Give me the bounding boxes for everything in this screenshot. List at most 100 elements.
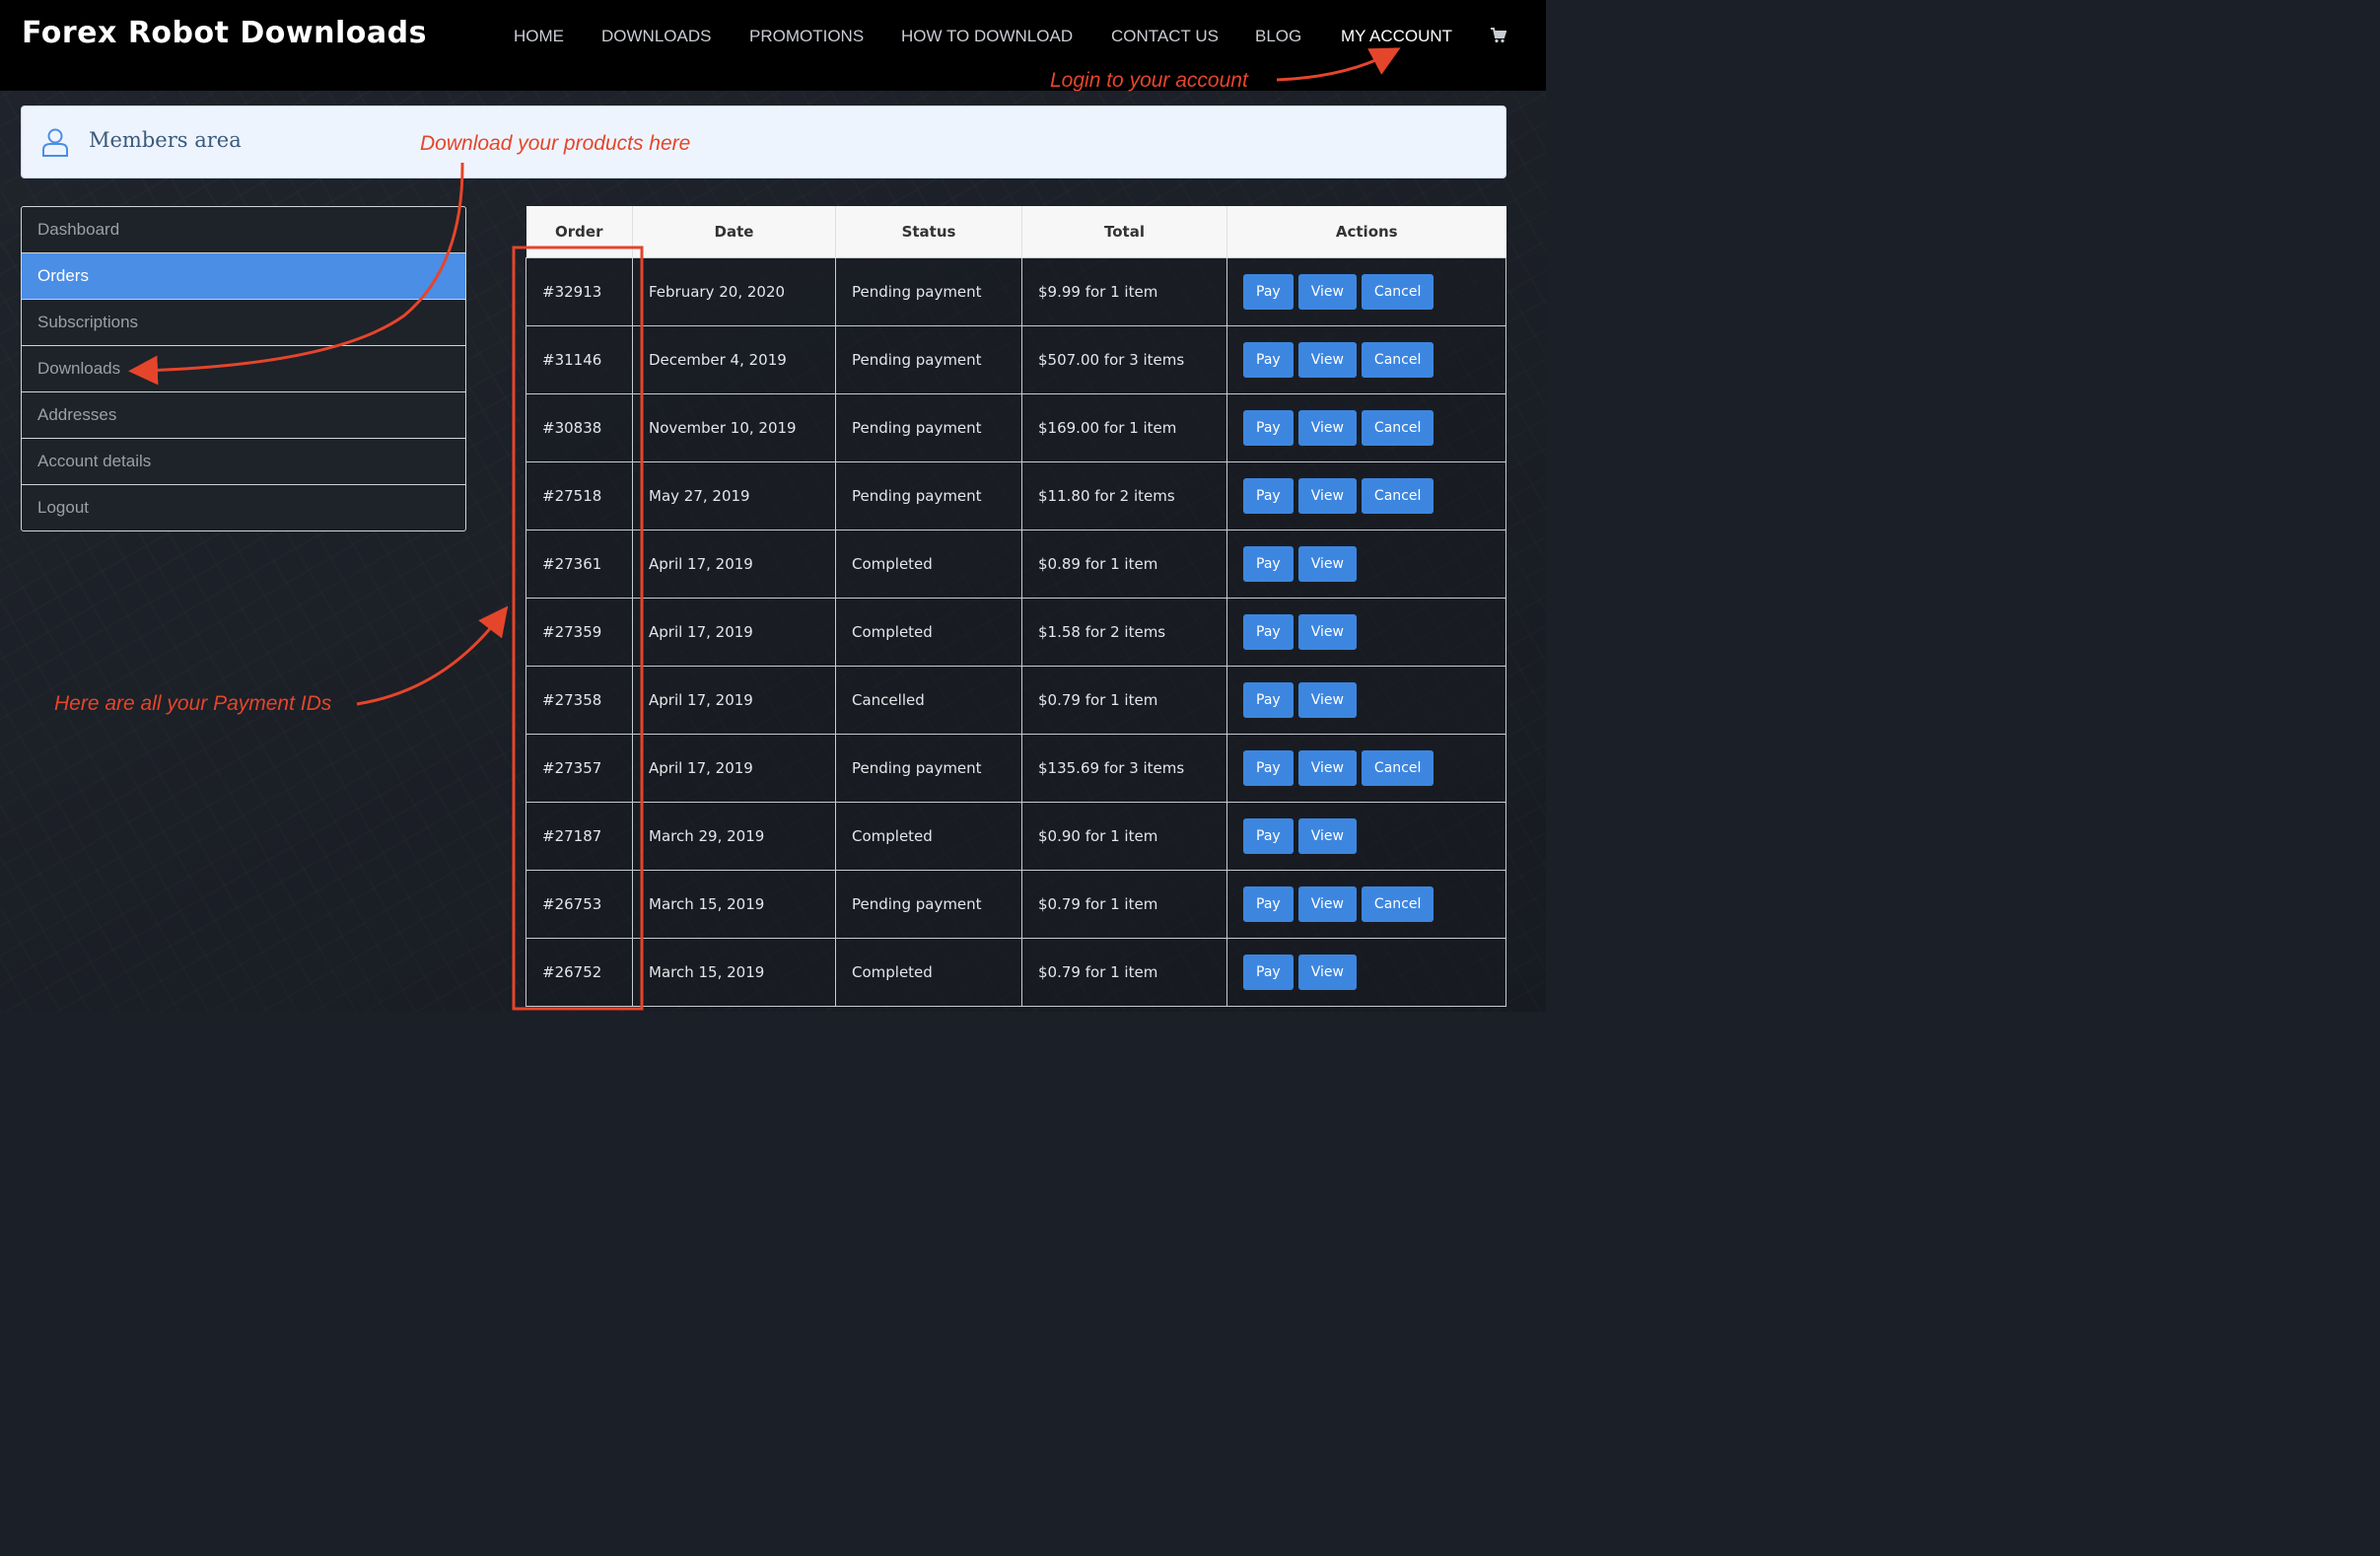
pay-button[interactable]: Pay <box>1243 886 1294 922</box>
sidebar-item-orders[interactable]: Orders <box>22 253 465 300</box>
status-cell: Completed <box>835 598 1022 667</box>
total-cell: $11.80 for 2 items <box>1021 461 1227 530</box>
view-button[interactable]: View <box>1297 750 1357 786</box>
view-button[interactable]: View <box>1297 546 1357 582</box>
table-row: #27187 March 29, 2019 Completed $0.90 for 1… <box>525 802 1506 871</box>
order-cell: #31146 <box>525 325 633 394</box>
status-cell: Pending payment <box>835 870 1022 939</box>
site-header: Forex Robot Downloads HOME DOWNLOADS PRO… <box>0 0 1546 91</box>
nav-home[interactable]: HOME <box>514 27 564 46</box>
cancel-button[interactable]: Cancel <box>1361 886 1435 922</box>
order-cell: #27358 <box>525 666 633 735</box>
view-button[interactable]: View <box>1297 955 1357 990</box>
table-row: #27358 April 17, 2019 Cancelled $0.79 for 1… <box>525 666 1506 735</box>
status-cell: Completed <box>835 802 1022 871</box>
pay-button[interactable]: Pay <box>1243 955 1294 990</box>
actions-cell: Pay View Cancel <box>1226 870 1506 939</box>
nav-my-account[interactable]: MY ACCOUNT <box>1341 27 1452 46</box>
annotation-payment-ids: Here are all your Payment IDs <box>54 692 332 715</box>
actions-cell: Pay View <box>1226 530 1506 599</box>
sidebar-item-logout[interactable]: Logout <box>22 485 465 530</box>
order-cell: #27359 <box>525 598 633 667</box>
table-header-row: Order Date Status Total Actions <box>525 206 1506 258</box>
members-area-title: Members area <box>89 128 242 152</box>
order-cell: #27518 <box>525 461 633 530</box>
order-cell: #26752 <box>525 938 633 1007</box>
status-cell: Pending payment <box>835 393 1022 462</box>
view-button[interactable]: View <box>1297 818 1357 854</box>
sidebar-item-addresses[interactable]: Addresses <box>22 392 465 439</box>
status-cell: Pending payment <box>835 325 1022 394</box>
status-cell: Cancelled <box>835 666 1022 735</box>
cart-icon[interactable] <box>1491 28 1506 43</box>
pay-button[interactable]: Pay <box>1243 614 1294 650</box>
order-cell: #27357 <box>525 734 633 803</box>
cancel-button[interactable]: Cancel <box>1361 750 1435 786</box>
total-cell: $0.90 for 1 item <box>1021 802 1227 871</box>
view-button[interactable]: View <box>1297 682 1357 718</box>
actions-cell: Pay View <box>1226 802 1506 871</box>
site-logo[interactable]: Forex Robot Downloads <box>22 16 427 50</box>
header-order: Order <box>525 206 633 258</box>
nav-blog[interactable]: BLOG <box>1255 27 1301 46</box>
order-cell: #30838 <box>525 393 633 462</box>
date-cell: March 15, 2019 <box>632 938 836 1007</box>
cancel-button[interactable]: Cancel <box>1361 478 1435 514</box>
total-cell: $169.00 for 1 item <box>1021 393 1227 462</box>
nav-how-to-download[interactable]: HOW TO DOWNLOAD <box>901 27 1073 46</box>
cancel-button[interactable]: Cancel <box>1361 410 1435 446</box>
actions-cell: Pay View <box>1226 938 1506 1007</box>
pay-button[interactable]: Pay <box>1243 478 1294 514</box>
cancel-button[interactable]: Cancel <box>1361 274 1435 310</box>
orders-table: Order Date Status Total Actions #32913 Fe… <box>525 206 1506 1007</box>
order-cell: #27187 <box>525 802 633 871</box>
table-row: #26753 March 15, 2019 Pending payment $0.79… <box>525 870 1506 939</box>
table-row: #30838 November 10, 2019 Pending payment $1… <box>525 393 1506 462</box>
sidebar-item-subscriptions[interactable]: Subscriptions <box>22 300 465 346</box>
header-total: Total <box>1021 206 1227 258</box>
sidebar-item-dashboard[interactable]: Dashboard <box>22 207 465 253</box>
pay-button[interactable]: Pay <box>1243 682 1294 718</box>
user-icon <box>42 128 68 157</box>
pay-button[interactable]: Pay <box>1243 750 1294 786</box>
actions-cell: Pay View Cancel <box>1226 325 1506 394</box>
pay-button[interactable]: Pay <box>1243 342 1294 378</box>
date-cell: March 15, 2019 <box>632 870 836 939</box>
nav-contact-us[interactable]: CONTACT US <box>1111 27 1219 46</box>
status-cell: Pending payment <box>835 734 1022 803</box>
actions-cell: Pay View Cancel <box>1226 461 1506 530</box>
total-cell: $0.89 for 1 item <box>1021 530 1227 599</box>
total-cell: $0.79 for 1 item <box>1021 666 1227 735</box>
table-row: #31146 December 4, 2019 Pending payment $50… <box>525 325 1506 394</box>
date-cell: May 27, 2019 <box>632 461 836 530</box>
view-button[interactable]: View <box>1297 614 1357 650</box>
pay-button[interactable]: Pay <box>1243 274 1294 310</box>
table-row: #27359 April 17, 2019 Completed $1.58 for 2… <box>525 598 1506 667</box>
header-status: Status <box>835 206 1022 258</box>
order-cell: #32913 <box>525 257 633 326</box>
table-row: #27518 May 27, 2019 Pending payment $11.80 … <box>525 461 1506 530</box>
view-button[interactable]: View <box>1297 274 1357 310</box>
nav-promotions[interactable]: PROMOTIONS <box>749 27 864 46</box>
total-cell: $9.99 for 1 item <box>1021 257 1227 326</box>
sidebar-item-downloads[interactable]: Downloads <box>22 346 465 392</box>
pay-button[interactable]: Pay <box>1243 546 1294 582</box>
status-cell: Pending payment <box>835 257 1022 326</box>
date-cell: February 20, 2020 <box>632 257 836 326</box>
status-cell: Pending payment <box>835 461 1022 530</box>
pay-button[interactable]: Pay <box>1243 410 1294 446</box>
actions-cell: Pay View Cancel <box>1226 257 1506 326</box>
date-cell: November 10, 2019 <box>632 393 836 462</box>
nav-downloads[interactable]: DOWNLOADS <box>601 27 711 46</box>
view-button[interactable]: View <box>1297 478 1357 514</box>
pay-button[interactable]: Pay <box>1243 818 1294 854</box>
order-cell: #26753 <box>525 870 633 939</box>
view-button[interactable]: View <box>1297 886 1357 922</box>
view-button[interactable]: View <box>1297 410 1357 446</box>
sidebar-item-account-details[interactable]: Account details <box>22 439 465 485</box>
table-row: #27357 April 17, 2019 Pending payment $135.… <box>525 734 1506 803</box>
cancel-button[interactable]: Cancel <box>1361 342 1435 378</box>
actions-cell: Pay View Cancel <box>1226 734 1506 803</box>
view-button[interactable]: View <box>1297 342 1357 378</box>
actions-cell: Pay View <box>1226 598 1506 667</box>
